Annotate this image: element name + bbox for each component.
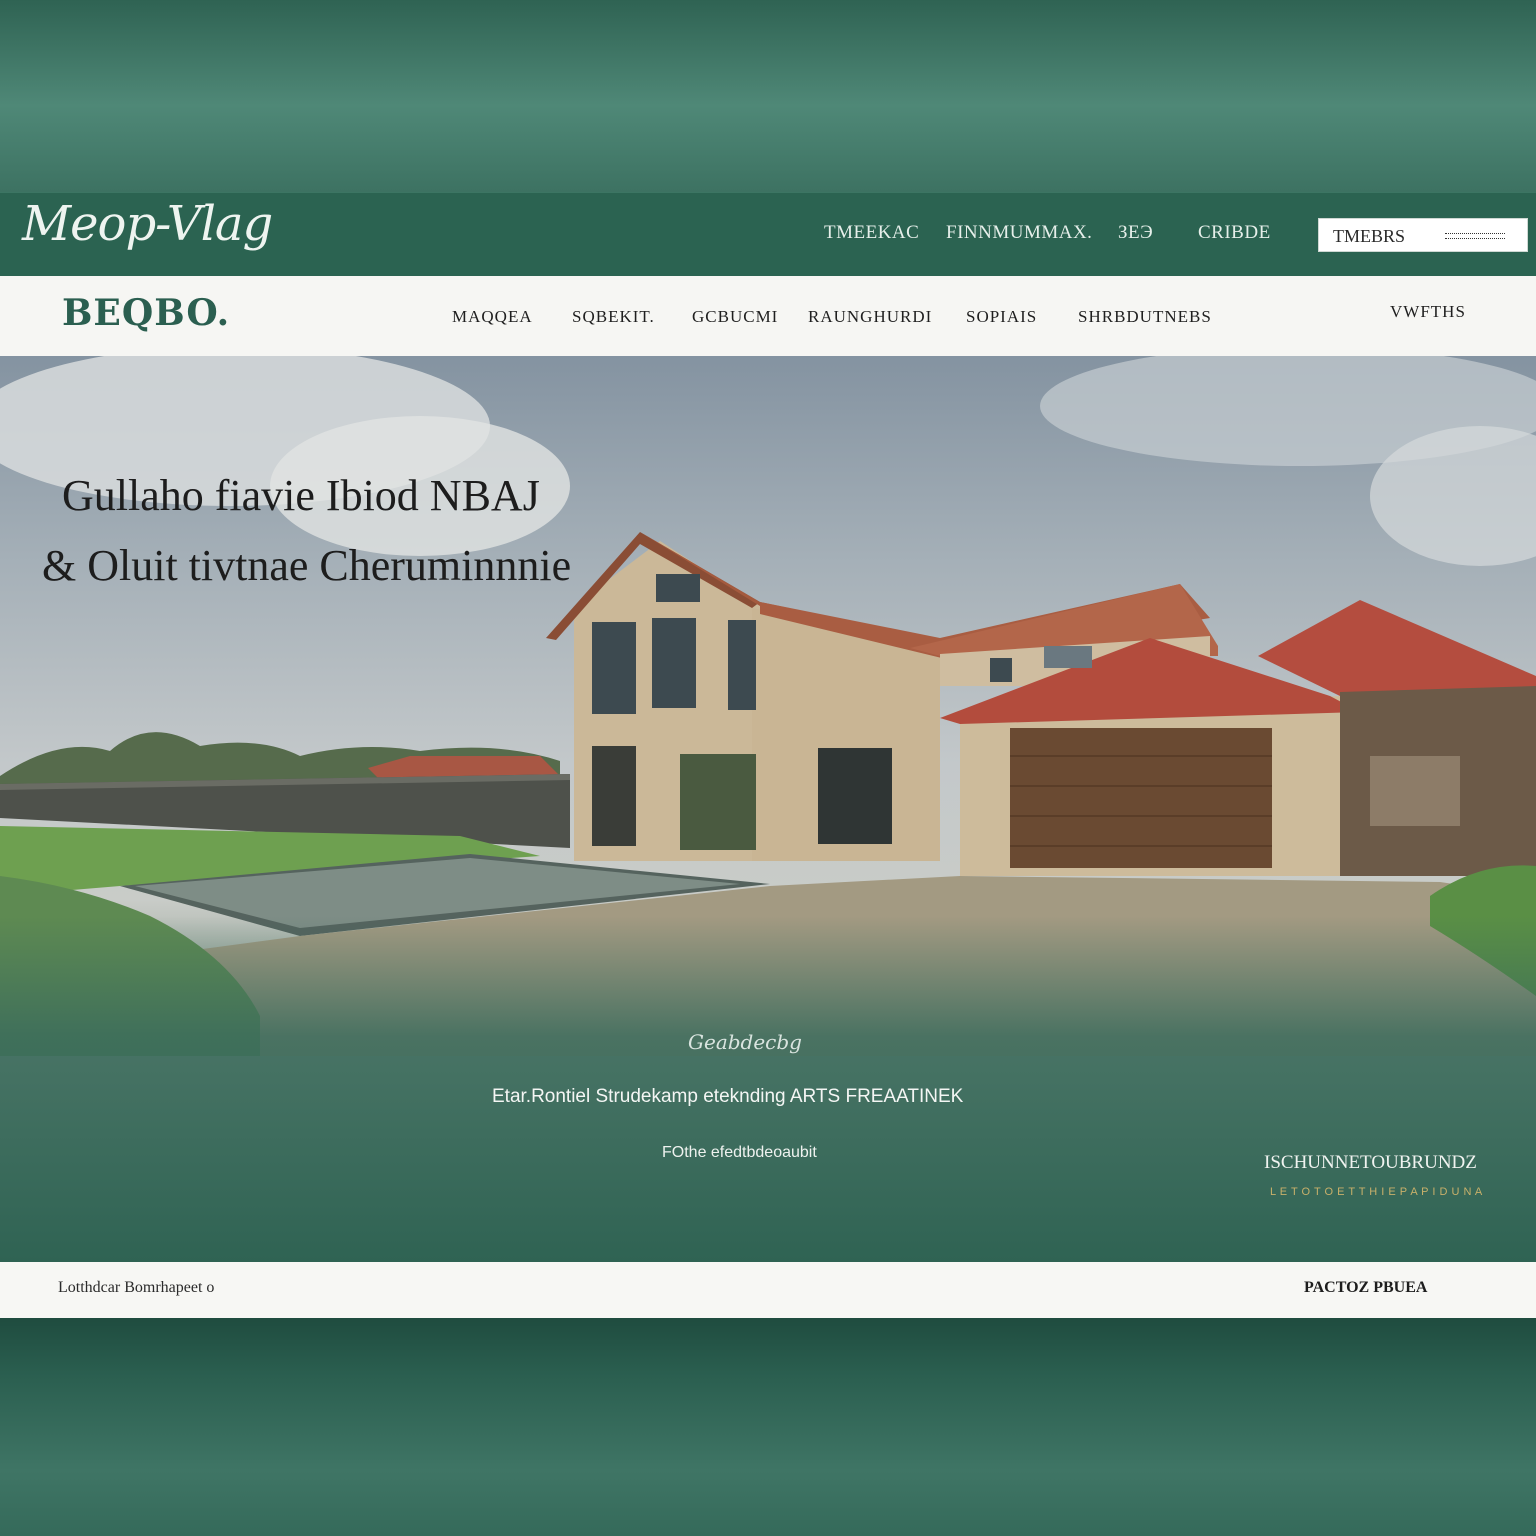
search-input[interactable]: TMEBRS <box>1318 218 1528 252</box>
main-nav-item-2[interactable]: SQBEKIT. <box>572 307 655 327</box>
hero-tagline: Geabdecbg <box>688 1030 802 1054</box>
footer-link[interactable]: PACTOZ PBUEA <box>1304 1279 1427 1297</box>
hero-headline-line-2: & Oluit tivtnae Cheruminnnie <box>42 541 572 590</box>
search-icon[interactable] <box>1445 233 1505 239</box>
top-nav-item-4[interactable]: CRIBDE <box>1198 222 1271 244</box>
promo-note: L E T O T O E T T H I E P A P I D U N A <box>1270 1186 1483 1198</box>
main-nav-item-5[interactable]: SOPIAIS <box>966 307 1037 327</box>
bottom-backdrop <box>0 1318 1536 1536</box>
main-nav-right-link[interactable]: VWFTHS <box>1390 302 1466 322</box>
main-nav-item-3[interactable]: GCBUCMI <box>692 307 778 327</box>
sub-logo[interactable]: BEQBO. <box>62 292 230 334</box>
brand-logo[interactable]: Meop-Vlag <box>22 196 273 252</box>
main-nav-item-4[interactable]: RAUNGHURDI <box>808 307 932 327</box>
hero-sub-text[interactable]: FOthe efedtbdeoaubit <box>662 1144 817 1162</box>
footer-copyright: Lotthdcar Bomrhapeet o <box>58 1279 215 1296</box>
top-nav-item-3[interactable]: ЗЕЭ <box>1118 222 1153 244</box>
hero-lead-text: Etar.Rontiel Strudekamp eteknding ARTS F… <box>492 1086 964 1107</box>
top-backdrop <box>0 0 1536 192</box>
promo-title[interactable]: ISCHUNNETOUBRUNDZ <box>1264 1152 1477 1174</box>
top-nav-item-1[interactable]: TMEEKAC <box>824 222 919 244</box>
hero-banner: Gullaho fiavie Ibiod NBAJ & Oluit tivtna… <box>0 356 1536 1262</box>
main-nav-item-6[interactable]: SHRBDUTNEBS <box>1078 307 1212 327</box>
search-value: TMEBRS <box>1333 226 1406 246</box>
hero-headline-line-1: Gullaho fiavie Ibiod NBAJ <box>62 471 540 520</box>
main-nav-item-1[interactable]: MAQQEA <box>452 307 533 327</box>
top-nav-item-2[interactable]: FINNMUMMAX. <box>946 222 1092 244</box>
